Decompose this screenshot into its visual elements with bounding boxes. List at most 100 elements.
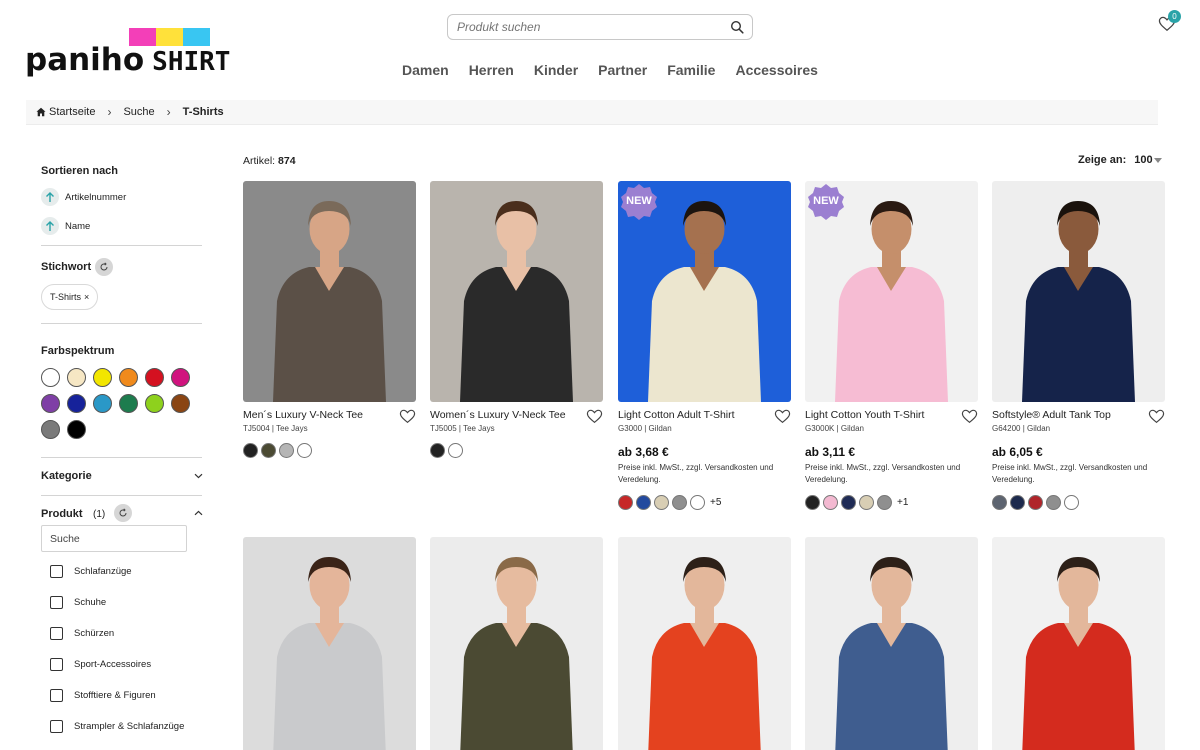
product-filter-option[interactable]: Schuhe bbox=[41, 587, 203, 618]
breadcrumb-search[interactable]: Suche bbox=[123, 106, 154, 118]
color-dot[interactable] bbox=[992, 495, 1007, 510]
chevron-up-icon[interactable] bbox=[194, 510, 203, 516]
color-dot[interactable] bbox=[877, 495, 892, 510]
sort-option-name[interactable]: Name bbox=[41, 217, 203, 235]
color-swatch[interactable] bbox=[171, 394, 190, 413]
nav-item-partner[interactable]: Partner bbox=[598, 62, 647, 78]
color-dot[interactable] bbox=[805, 495, 820, 510]
checkbox[interactable] bbox=[50, 689, 63, 703]
product-image[interactable] bbox=[430, 537, 603, 750]
product-card[interactable] bbox=[805, 537, 978, 750]
wishlist-heart-icon[interactable] bbox=[774, 409, 791, 424]
product-filter-option[interactable]: Schürzen bbox=[41, 618, 203, 649]
product-filter-option[interactable]: Sport-Accessoires bbox=[41, 649, 203, 680]
color-dot[interactable] bbox=[690, 495, 705, 510]
keyword-chip[interactable]: T-Shirts × bbox=[41, 284, 99, 310]
color-swatch[interactable] bbox=[67, 420, 86, 439]
product-image[interactable] bbox=[618, 537, 791, 750]
color-dot[interactable] bbox=[859, 495, 874, 510]
product-card[interactable]: NEW Light Cotton Adult T-Shirt G3000 | Gil… bbox=[618, 181, 791, 510]
color-dot[interactable] bbox=[672, 495, 687, 510]
product-filter-option[interactable]: Strickjacken bbox=[41, 742, 203, 750]
product-name[interactable]: Softstyle® Adult Tank Top bbox=[992, 409, 1165, 421]
color-swatch[interactable] bbox=[41, 394, 60, 413]
breadcrumb-home[interactable]: Startseite bbox=[36, 106, 95, 118]
color-swatch[interactable] bbox=[119, 394, 138, 413]
product-filter-option[interactable]: Strampler & Schlafanzüge bbox=[41, 711, 203, 742]
brand-logo[interactable]: paniho SHIRT bbox=[25, 28, 230, 78]
color-dot[interactable] bbox=[243, 443, 258, 458]
product-card[interactable] bbox=[243, 537, 416, 750]
sort-option-artikelnummer[interactable]: Artikelnummer bbox=[41, 188, 203, 206]
color-swatch[interactable] bbox=[93, 394, 112, 413]
color-dot[interactable] bbox=[297, 443, 312, 458]
wishlist-button[interactable]: 0 bbox=[1156, 10, 1184, 36]
nav-item-familie[interactable]: Familie bbox=[667, 62, 715, 78]
product-card[interactable] bbox=[618, 537, 791, 750]
color-swatch[interactable] bbox=[41, 420, 60, 439]
product-card[interactable]: Men´s Luxury V-Neck Tee TJ5004 | Tee Jays bbox=[243, 181, 416, 458]
color-dot[interactable] bbox=[841, 495, 856, 510]
product-image[interactable]: NEW bbox=[805, 181, 978, 402]
product-card[interactable] bbox=[430, 537, 603, 750]
color-swatch[interactable] bbox=[119, 368, 138, 387]
more-colors-count[interactable]: +5 bbox=[710, 497, 721, 508]
color-dot[interactable] bbox=[636, 495, 651, 510]
search-input[interactable] bbox=[457, 20, 717, 34]
product-card[interactable]: Softstyle® Adult Tank Top G64200 | Gildan… bbox=[992, 181, 1165, 510]
product-filter-option[interactable]: Schlafanzüge bbox=[41, 556, 203, 587]
page-size-dropdown[interactable]: 100 bbox=[1134, 154, 1162, 166]
color-dot[interactable] bbox=[1064, 495, 1079, 510]
checkbox[interactable] bbox=[50, 720, 63, 734]
color-dot[interactable] bbox=[261, 443, 276, 458]
product-image[interactable] bbox=[430, 181, 603, 402]
color-dot[interactable] bbox=[448, 443, 463, 458]
product-card[interactable]: Women´s Luxury V-Neck Tee TJ5005 | Tee Ja… bbox=[430, 181, 603, 458]
close-icon[interactable]: × bbox=[84, 292, 89, 302]
product-name[interactable]: Women´s Luxury V-Neck Tee bbox=[430, 409, 603, 421]
search-icon[interactable] bbox=[730, 20, 744, 34]
color-dot[interactable] bbox=[1046, 495, 1061, 510]
reset-product-button[interactable] bbox=[113, 504, 132, 522]
product-image[interactable]: NEW bbox=[618, 181, 791, 402]
color-dot[interactable] bbox=[279, 443, 294, 458]
color-dot[interactable] bbox=[654, 495, 669, 510]
color-swatch[interactable] bbox=[145, 368, 164, 387]
color-swatch[interactable] bbox=[41, 368, 60, 387]
checkbox[interactable] bbox=[50, 658, 63, 672]
color-swatch[interactable] bbox=[145, 394, 164, 413]
wishlist-heart-icon[interactable] bbox=[1148, 409, 1165, 424]
nav-item-kinder[interactable]: Kinder bbox=[534, 62, 578, 78]
nav-item-damen[interactable]: Damen bbox=[402, 62, 449, 78]
nav-item-herren[interactable]: Herren bbox=[469, 62, 514, 78]
color-dot[interactable] bbox=[1028, 495, 1043, 510]
checkbox[interactable] bbox=[50, 596, 63, 610]
product-name[interactable]: Men´s Luxury V-Neck Tee bbox=[243, 409, 416, 421]
checkbox[interactable] bbox=[50, 627, 63, 641]
product-card[interactable]: NEW Light Cotton Youth T-Shirt G3000K | Gi… bbox=[805, 181, 978, 510]
category-toggle[interactable]: Kategorie bbox=[41, 470, 203, 482]
color-dot[interactable] bbox=[823, 495, 838, 510]
color-swatch[interactable] bbox=[93, 368, 112, 387]
color-swatch[interactable] bbox=[67, 394, 86, 413]
product-image[interactable] bbox=[243, 181, 416, 402]
color-swatch[interactable] bbox=[171, 368, 190, 387]
wishlist-heart-icon[interactable] bbox=[586, 409, 603, 424]
product-name[interactable]: Light Cotton Youth T-Shirt bbox=[805, 409, 978, 421]
color-dot[interactable] bbox=[1010, 495, 1025, 510]
wishlist-heart-icon[interactable] bbox=[961, 409, 978, 424]
product-image[interactable] bbox=[992, 181, 1165, 402]
product-filter-option[interactable]: Stofftiere & Figuren bbox=[41, 680, 203, 711]
color-swatch[interactable] bbox=[67, 368, 86, 387]
product-filter-search-input[interactable]: Suche bbox=[41, 525, 187, 553]
product-image[interactable] bbox=[992, 537, 1165, 750]
product-image[interactable] bbox=[805, 537, 978, 750]
product-name[interactable]: Light Cotton Adult T-Shirt bbox=[618, 409, 791, 421]
color-dot[interactable] bbox=[618, 495, 633, 510]
product-image[interactable] bbox=[243, 537, 416, 750]
reset-keyword-button[interactable] bbox=[95, 258, 114, 276]
wishlist-heart-icon[interactable] bbox=[399, 409, 416, 424]
product-card[interactable] bbox=[992, 537, 1165, 750]
nav-item-accessoires[interactable]: Accessoires bbox=[735, 62, 818, 78]
more-colors-count[interactable]: +1 bbox=[897, 497, 908, 508]
